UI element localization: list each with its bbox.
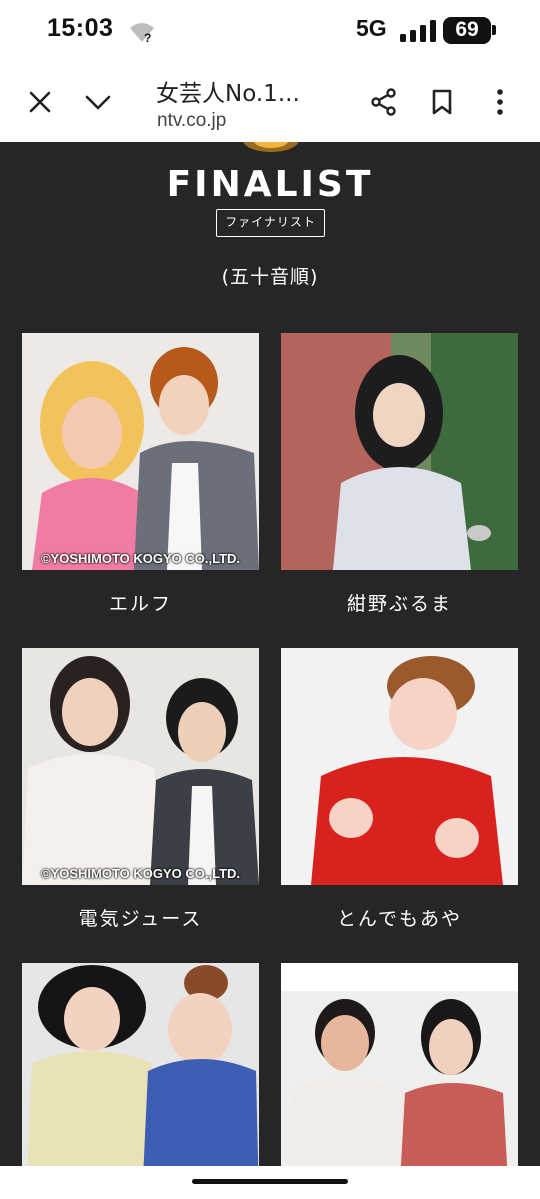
trophy-icon [243, 142, 299, 152]
battery-icon: 69 [443, 17, 491, 44]
home-bar-area [0, 1166, 540, 1199]
finalist-card[interactable]: とんでもあや [281, 648, 518, 930]
more-vertical-icon [497, 89, 503, 115]
finalist-photo [281, 963, 518, 1166]
order-note: (五十音順) [221, 266, 319, 288]
finalist-photo [281, 333, 518, 570]
bookmark-button[interactable] [424, 84, 460, 120]
finalist-card[interactable]: ©YOSHIMOTO KOGYO CO.,LTD. エルフ [22, 333, 259, 615]
web-content: FINALIST ファイナリスト (五十音順) ©YOSHIMOTO KOGYO… [0, 142, 540, 1166]
finalist-card[interactable] [22, 963, 259, 1166]
photo-credit: ©YOSHIMOTO KOGYO CO.,LTD. [40, 551, 241, 566]
battery-level: 69 [455, 18, 479, 41]
minimize-button[interactable] [80, 84, 116, 120]
finalist-photo [281, 648, 518, 885]
close-icon [29, 91, 51, 113]
browser-toolbar: 女芸人No.1... ntv.co.jp [0, 62, 540, 142]
finalist-card[interactable]: ©YOSHIMOTO KOGYO CO.,LTD. 電気ジュース [22, 648, 259, 930]
bookmark-icon [432, 89, 452, 115]
finalist-name: とんでもあや [336, 908, 463, 930]
photo-credit: ©YOSHIMOTO KOGYO CO.,LTD. [40, 866, 241, 881]
finalist-card[interactable] [281, 963, 518, 1166]
finalist-photo: ©YOSHIMOTO KOGYO CO.,LTD. [22, 648, 259, 885]
share-icon [371, 88, 396, 116]
wifi-badge: ? [144, 31, 151, 44]
page-url: ntv.co.jp [157, 110, 227, 131]
chevron-down-icon [85, 95, 111, 110]
signal-icon [400, 20, 436, 42]
home-indicator[interactable] [192, 1179, 348, 1184]
wifi-icon: ? [130, 23, 154, 44]
finalist-name: 電気ジュース [78, 908, 203, 930]
page-title: 女芸人No.1... [156, 81, 300, 107]
finalist-name: エルフ [108, 593, 172, 615]
finalist-name: 紺野ぶるま [346, 593, 452, 615]
more-options-button[interactable] [482, 84, 518, 120]
battery-nub [492, 25, 496, 35]
finalist-card[interactable]: 紺野ぶるま [281, 333, 518, 615]
close-button[interactable] [22, 84, 58, 120]
finalist-subheading: ファイナリスト [216, 209, 325, 237]
network-type: 5G [356, 15, 387, 41]
status-time: 15:03 [47, 14, 114, 42]
status-bar: 15:03 ? 5G 69 [0, 0, 540, 62]
finalist-heading: FINALIST [166, 164, 374, 205]
share-button[interactable] [366, 84, 402, 120]
finalist-photo: ©YOSHIMOTO KOGYO CO.,LTD. [22, 333, 259, 570]
finalist-photo [22, 963, 259, 1166]
